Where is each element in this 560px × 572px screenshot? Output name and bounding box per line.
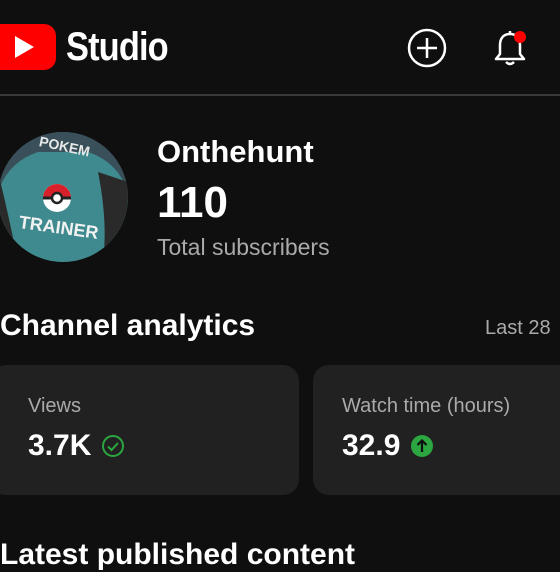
analytics-period[interactable]: Last 28 [485,317,551,340]
avatar-photo: POKEM TRAINER [0,132,128,262]
views-label: Views [28,395,81,417]
views-card[interactable]: Views 3.7K [0,365,299,495]
studio-logo[interactable]: Studio [0,24,184,70]
app-header: Studio [0,0,560,95]
watch-time-value: 32.9 [342,429,401,462]
youtube-logo-icon [0,24,56,70]
notifications-button[interactable] [488,26,532,70]
create-button[interactable] [405,26,449,70]
header-divider [0,94,560,96]
arrow-up-circle-icon [410,434,434,458]
plus-circle-icon [407,28,447,68]
notification-badge [514,31,526,43]
channel-avatar[interactable]: POKEM TRAINER [0,132,128,262]
views-value-row: 3.7K [28,429,125,463]
watch-time-value-row: 32.9 [342,429,434,463]
analytics-title: Channel analytics [0,309,256,342]
channel-name: Onthehunt [157,134,314,169]
watch-time-label: Watch time (hours) [342,395,511,417]
watch-time-card[interactable]: Watch time (hours) 32.9 [313,365,560,495]
check-circle-icon [101,434,125,458]
subscriber-label: Total subscribers [157,234,330,260]
subscriber-count: 110 [157,178,228,227]
views-value: 3.7K [28,429,92,462]
brand-name: Studio [66,24,169,69]
latest-content-title: Latest published content [0,538,356,571]
